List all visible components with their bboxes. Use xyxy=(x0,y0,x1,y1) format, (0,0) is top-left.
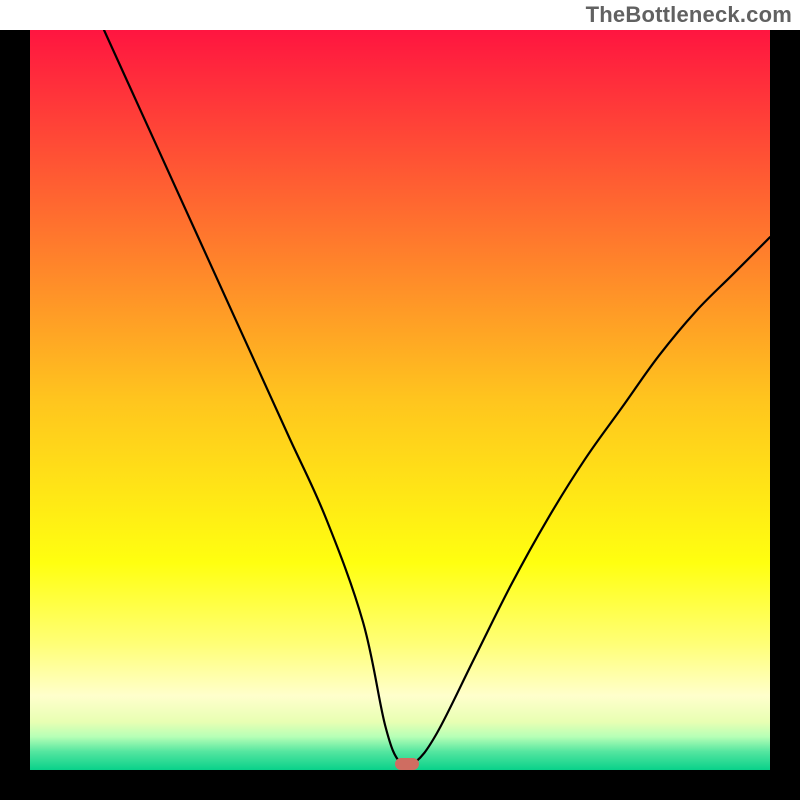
plot-background xyxy=(30,30,770,770)
watermark-label: TheBottleneck.com xyxy=(586,2,792,28)
plot-area xyxy=(30,30,770,770)
minimum-marker xyxy=(395,758,419,770)
chart-frame: TheBottleneck.com xyxy=(0,0,800,800)
